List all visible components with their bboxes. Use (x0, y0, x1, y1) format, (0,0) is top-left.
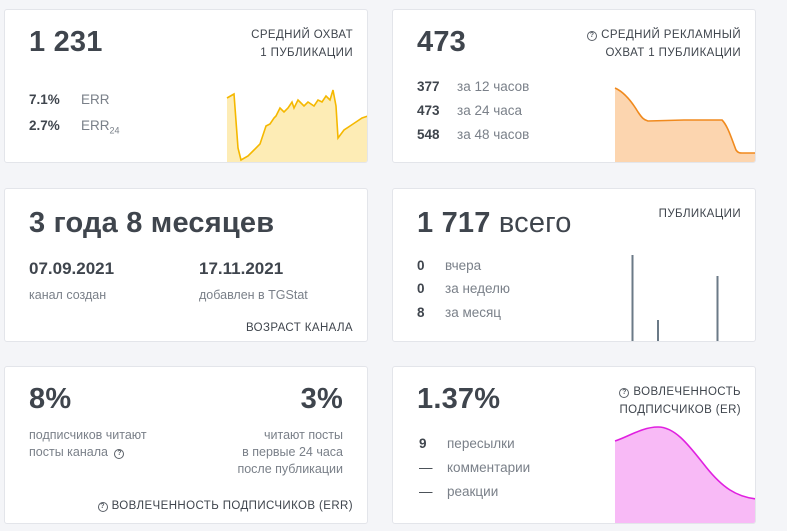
label-line: посты канала ? (29, 444, 147, 461)
ad-reach-sparkline (614, 87, 755, 162)
stat-label: за 24 часа (457, 103, 523, 118)
err-right-label: читают посты в первые 24 часа после публ… (237, 427, 343, 478)
stat-label: за 12 часов (457, 79, 530, 94)
stat-label: за 48 часов (457, 127, 530, 142)
publications-bar-chart (631, 255, 719, 341)
avg-ad-reach-value: 473 (417, 26, 466, 58)
err-footer: ? ВОВЛЕЧЕННОСТЬ ПОДПИСЧИКОВ (ERR) (97, 497, 353, 515)
stat-value: 9 (419, 436, 427, 451)
publications-stat: 0 вчера (417, 258, 481, 273)
er-stat: — комментарии (419, 460, 530, 475)
label-line: подписчиков читают (29, 428, 147, 442)
info-circle-icon[interactable]: ? (114, 449, 125, 459)
channel-age-card: 3 года 8 месяцев 07.09.2021 канал создан… (4, 188, 368, 342)
stat-value: — (419, 460, 433, 475)
stat-value: 473 (417, 103, 440, 118)
created-date: 07.09.2021 (29, 259, 115, 278)
ad-reach-sparkline-area (615, 88, 755, 162)
err-stat: 7.1% ERR (29, 92, 110, 107)
avg-ad-reach-card: 473 ? СРЕДНИЙ РЕКЛАМНЫЙ ОХВАТ 1 ПУБЛИКАЦИ… (392, 9, 756, 163)
stat-value: 2.7% (29, 118, 60, 133)
header-line: ? СРЕДНИЙ РЕКЛАМНЫЙ (587, 26, 741, 44)
avg-reach-card: 1 231 СРЕДНИЙ ОХВАТ 1 ПУБЛИКАЦИИ 7.1% ERR… (4, 9, 368, 163)
publications-suffix: всего (498, 207, 572, 239)
header-line: ОХВАТ 1 ПУБЛИКАЦИИ (605, 47, 741, 59)
stat-label: ERR (81, 118, 110, 133)
header-line: ПОДПИСЧИКОВ (ER) (619, 404, 741, 416)
publications-count: 1 717 (417, 207, 491, 239)
header-line: ? ВОВЛЕЧЕННОСТЬ (619, 383, 741, 401)
added-label: добавлен в TGStat (199, 288, 308, 302)
publication-bar (657, 320, 659, 341)
header-line: 1 ПУБЛИКАЦИИ (260, 47, 353, 59)
er-value: 1.37% (417, 383, 501, 415)
stat-label: вчера (445, 258, 482, 273)
er-stat: — реакции (419, 484, 498, 499)
publications-header: ПУБЛИКАЦИИ (658, 208, 741, 220)
publications-card: 1 717 всего ПУБЛИКАЦИИ 0 вчера 0 за неделю… (392, 188, 756, 342)
stat-value: 7.1% (29, 92, 60, 107)
label-line: читают посты (263, 428, 343, 442)
header-text: ВОВЛЕЧЕННОСТЬ (633, 386, 741, 398)
stat-value: 548 (417, 127, 440, 142)
info-circle-icon[interactable]: ? (587, 31, 598, 41)
ad-reach-stat: 377 за 12 часов (417, 79, 529, 94)
header-line: СРЕДНИЙ ОХВАТ (251, 29, 353, 41)
label-text: посты канала (29, 445, 108, 459)
info-circle-icon[interactable]: ? (619, 388, 630, 398)
header-text: СРЕДНИЙ РЕКЛАМНЫЙ (601, 29, 741, 41)
info-circle-icon[interactable]: ? (97, 502, 108, 512)
added-date: 17.11.2021 (199, 259, 284, 278)
ad-reach-stat: 473 за 24 часа (417, 103, 522, 118)
err-left-value: 8% (29, 383, 72, 415)
publication-bar (631, 255, 634, 341)
label-line: после публикации (237, 462, 343, 476)
footer-text: ВОВЛЕЧЕННОСТЬ ПОДПИСЧИКОВ (ERR) (111, 500, 353, 512)
stat-value: 0 (417, 258, 425, 273)
er-card: 1.37% ? ВОВЛЕЧЕННОСТЬ ПОДПИСЧИКОВ (ER) 9 п… (392, 366, 756, 524)
label-line: в первые 24 часа (242, 445, 343, 459)
er-stat: 9 пересылки (419, 436, 515, 451)
publications-stat: 8 за месяц (417, 305, 501, 320)
publications-value: 1 717 всего (417, 207, 572, 240)
stat-value: — (419, 484, 433, 499)
er-sparkline (614, 426, 755, 523)
ad-reach-stat: 548 за 48 часов (417, 127, 529, 142)
stat-label: ERR (81, 92, 110, 107)
stat-value: 8 (417, 305, 425, 320)
stat-label: пересылки (447, 436, 515, 451)
avg-reach-value: 1 231 (29, 26, 103, 58)
stat-value: 0 (417, 281, 425, 296)
avg-ad-reach-header: ? СРЕДНИЙ РЕКЛАМНЫЙ ОХВАТ 1 ПУБЛИКАЦИИ (587, 26, 741, 62)
stat-label: за неделю (445, 281, 511, 296)
stat-value: 377 (417, 79, 440, 94)
stat-subscript: 24 (109, 125, 120, 136)
publications-stat: 0 за неделю (417, 281, 510, 296)
er-header: ? ВОВЛЕЧЕННОСТЬ ПОДПИСЧИКОВ (ER) (619, 383, 741, 419)
created-label: канал создан (29, 288, 107, 302)
err24-stat: 2.7% ERR24 (29, 118, 120, 136)
err-left-label: подписчиков читают посты канала ? (29, 427, 147, 461)
stat-label: реакции (447, 484, 499, 499)
err-right-value: 3% (300, 383, 343, 415)
channel-age-value: 3 года 8 месяцев (29, 207, 275, 239)
err-card: 8% подписчиков читают посты канала ? 3% … (4, 366, 368, 524)
stat-label: за месяц (445, 305, 502, 320)
channel-age-footer: ВОЗРАСТ КАНАЛА (245, 322, 353, 334)
avg-reach-header: СРЕДНИЙ ОХВАТ 1 ПУБЛИКАЦИИ (251, 26, 353, 62)
reach-sparkline (226, 89, 367, 162)
stat-label: комментарии (447, 460, 531, 475)
publication-bar (716, 276, 719, 341)
